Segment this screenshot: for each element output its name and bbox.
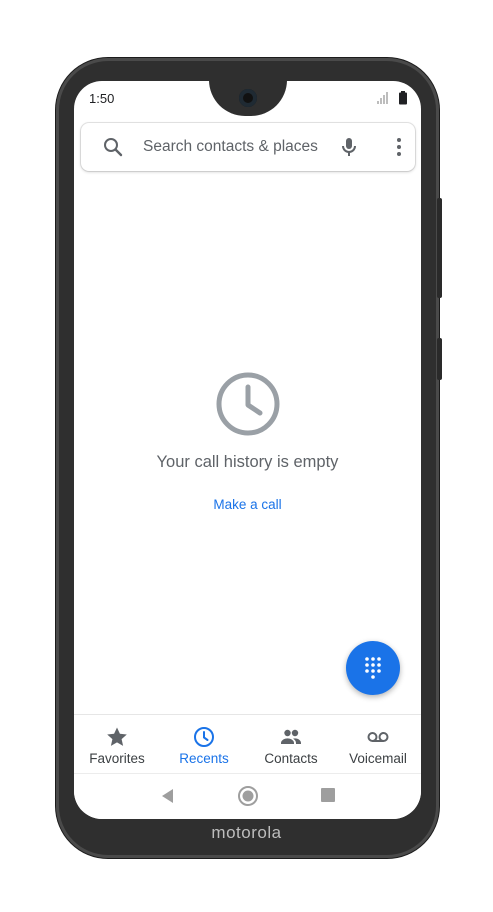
brand-logo: motorola xyxy=(211,823,282,842)
tab-voicemail[interactable]: Voicemail xyxy=(335,715,421,773)
status-time: 1:50 xyxy=(89,91,115,106)
people-icon xyxy=(279,725,303,749)
front-camera xyxy=(239,89,257,107)
power-button xyxy=(437,338,442,380)
tab-label: Voicemail xyxy=(349,751,407,766)
tab-label: Favorites xyxy=(89,751,145,766)
more-options-icon[interactable] xyxy=(387,135,411,164)
tab-favorites[interactable]: Favorites xyxy=(74,715,160,773)
star-icon xyxy=(105,725,129,749)
empty-state-message: Your call history is empty xyxy=(156,453,339,471)
make-a-call-link[interactable]: Make a call xyxy=(74,497,421,512)
status-icons xyxy=(377,91,409,105)
bottom-navigation: Favorites Recents Contacts Voicemail xyxy=(74,714,421,773)
search-input[interactable]: Search contacts & places xyxy=(143,138,318,156)
volume-button xyxy=(437,198,442,298)
voicemail-icon xyxy=(366,725,390,749)
tab-contacts[interactable]: Contacts xyxy=(248,715,334,773)
recent-apps-icon[interactable] xyxy=(319,786,337,809)
back-icon[interactable] xyxy=(158,786,178,811)
tab-recents[interactable]: Recents xyxy=(161,715,247,773)
screen: 1:50 Search contacts & places Your call … xyxy=(74,81,421,819)
tab-label: Recents xyxy=(179,751,229,766)
dialpad-button[interactable] xyxy=(346,641,400,695)
notch xyxy=(209,81,287,116)
signal-icon xyxy=(377,92,388,104)
search-bar[interactable]: Search contacts & places xyxy=(81,123,415,171)
clock-icon xyxy=(192,725,216,749)
home-icon[interactable] xyxy=(237,785,259,812)
battery-icon xyxy=(399,91,407,105)
system-navigation-bar xyxy=(74,773,421,819)
tab-label: Contacts xyxy=(264,751,318,766)
search-icon[interactable] xyxy=(101,135,125,164)
microphone-icon[interactable] xyxy=(337,135,361,164)
clock-icon xyxy=(214,370,282,443)
dialpad-icon xyxy=(365,657,381,679)
